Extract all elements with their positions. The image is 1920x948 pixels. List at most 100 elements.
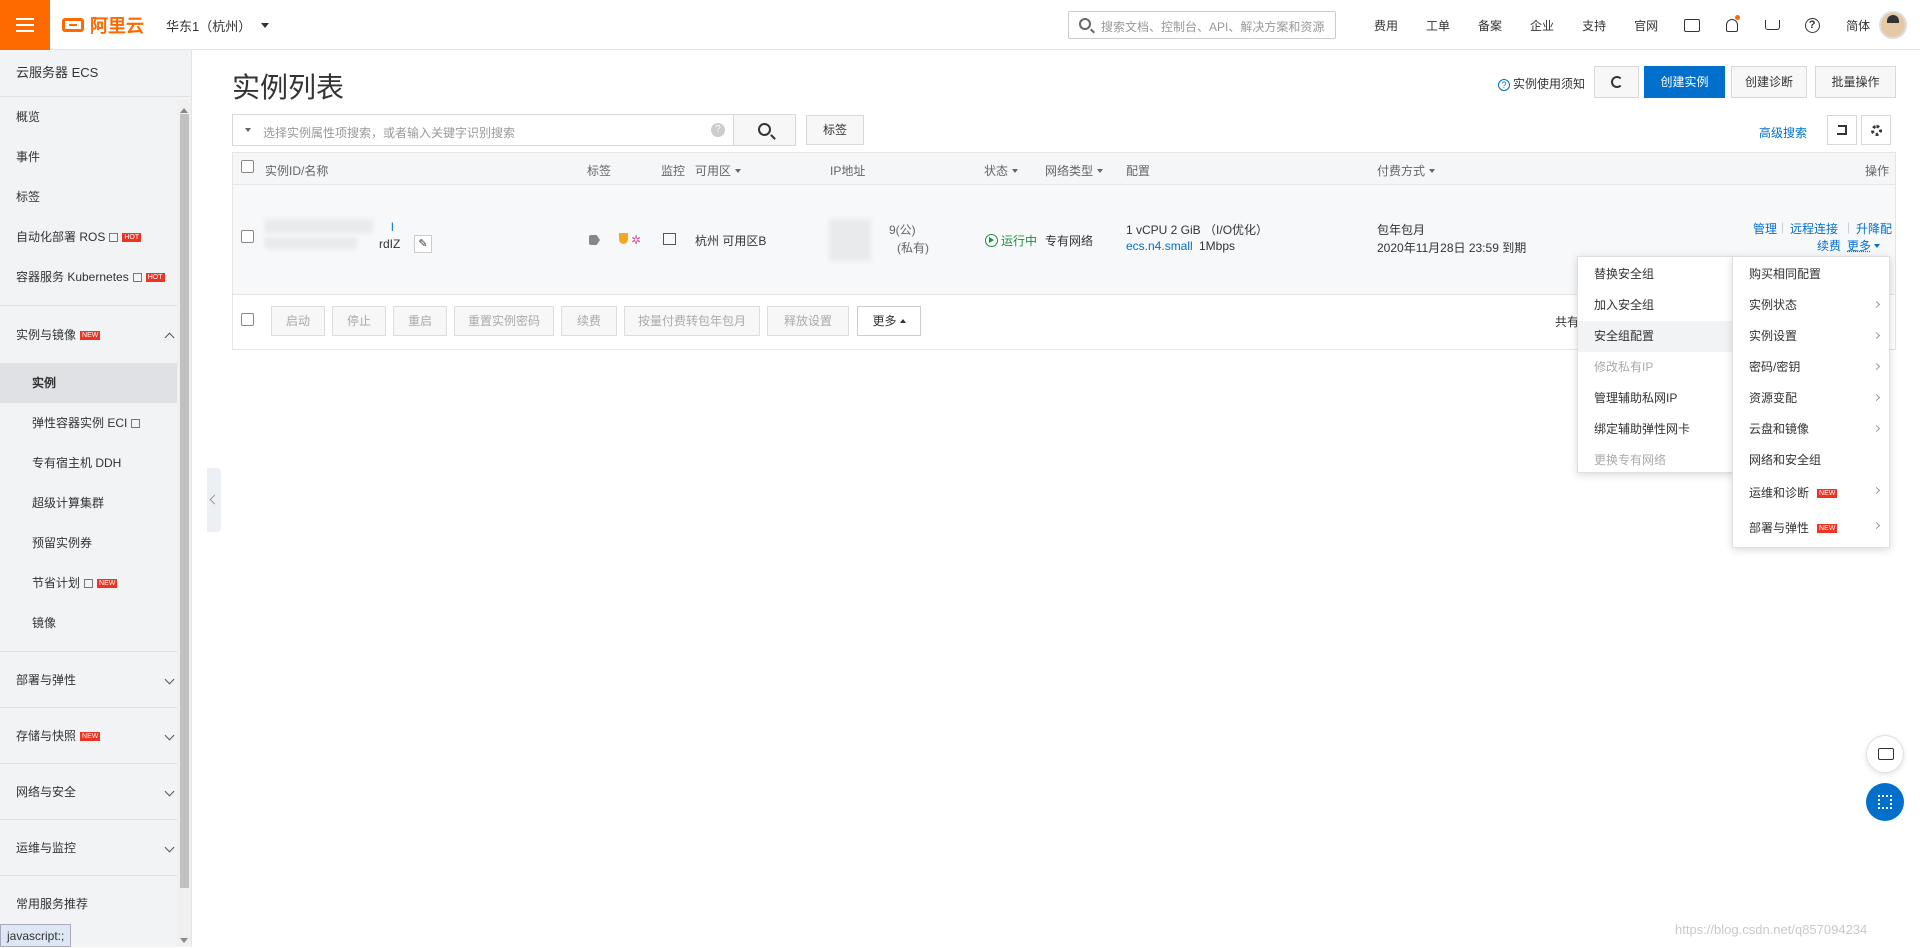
monitor-chart-icon[interactable] [663,233,676,248]
remote-connect-link[interactable]: 远程连接 [1790,220,1838,237]
sidebar-item-eci[interactable]: 弹性容器实例 ECI [0,403,191,443]
sidebar-item-kubernetes[interactable]: 容器服务 Kubernetes HOT [0,257,191,297]
resize-link[interactable]: 升降配 [1856,220,1892,237]
restart-button[interactable]: 重启 [393,306,447,336]
sort-icon [735,169,741,176]
menu-item-ops-diagnosis[interactable]: 运维和诊断 NEW [1733,476,1889,511]
nav-support[interactable]: 支持 [1582,17,1606,34]
more-actions-link[interactable]: 更多 [1847,237,1880,254]
advanced-search-link[interactable]: 高级搜索 [1759,124,1807,141]
sidebar-scrollbar[interactable] [177,100,191,945]
release-settings-button[interactable]: 释放设置 [767,306,849,336]
sidebar-item-instances[interactable]: 实例 [0,363,191,403]
cart-icon[interactable] [1759,0,1785,50]
menu-item-network-sg[interactable]: 网络和安全组 [1733,445,1889,476]
tag-filter-button[interactable]: 标签 [806,115,864,145]
sidebar-collapse-handle[interactable] [207,468,221,532]
tag-icon[interactable] [589,234,600,248]
sidebar-item-events[interactable]: 事件 [0,137,191,177]
col-zone[interactable]: 可用区 [695,162,741,179]
security-shield-icon[interactable] [619,233,628,247]
bell-icon[interactable] [1719,0,1745,50]
nav-icp[interactable]: 备案 [1478,17,1502,34]
menu-item-password-key[interactable]: 密码/密钥 [1733,352,1889,383]
edit-name-icon[interactable]: ✎ [414,235,432,253]
select-all-checkbox[interactable] [241,160,254,173]
menu-item-buy-same[interactable]: 购买相同配置 [1733,259,1889,290]
menu-icon[interactable] [0,0,50,50]
menu-item-instance-settings[interactable]: 实例设置 [1733,321,1889,352]
nav-fee[interactable]: 费用 [1374,17,1398,34]
sidebar-item-images[interactable]: 镜像 [0,603,191,643]
sidebar-item-tags[interactable]: 标签 [0,177,191,217]
avatar[interactable] [1879,11,1907,39]
sidebar-group-recommend[interactable]: 常用服务推荐 [0,875,191,931]
sidebar-item-savings[interactable]: 节省计划 NEW [0,563,191,603]
nav-official[interactable]: 官网 [1634,17,1658,34]
lang-switch[interactable]: 简体 [1846,17,1870,34]
nav-ticket[interactable]: 工单 [1426,17,1450,34]
search-button[interactable] [733,114,796,146]
terminal-icon[interactable] [1679,0,1705,50]
sidebar-group-network[interactable]: 网络与安全 [0,763,191,819]
chevron-right-icon [1873,363,1880,370]
menu-item-join-sg[interactable]: 加入安全组 [1578,290,1734,321]
footer-more-button[interactable]: 更多 [857,306,921,336]
col-status[interactable]: 状态 [984,162,1018,179]
col-network-label: 网络类型 [1045,164,1093,178]
instance-filter-input[interactable]: 选择实例属性项搜索，或者输入关键字识别搜索 ? [232,114,734,146]
start-button[interactable]: 启动 [271,306,325,336]
scroll-up-icon[interactable] [180,104,188,113]
col-network[interactable]: 网络类型 [1045,162,1103,179]
nav-enterprise[interactable]: 企业 [1530,17,1554,34]
menu-item-deploy-elastic[interactable]: 部署与弹性 NEW [1733,511,1889,546]
sidebar-item-overview[interactable]: 概览 [0,97,191,137]
menu-item-instance-status[interactable]: 实例状态 [1733,290,1889,321]
sidebar-group-instances-images[interactable]: 实例与镜像 NEW [0,305,191,363]
row-checkbox[interactable] [241,230,254,243]
help-icon[interactable]: ? [711,123,725,137]
menu-item-resource-change[interactable]: 资源变配 [1733,383,1889,414]
sidebar: 云服务器 ECS 概览 事件 标签 自动化部署 ROS HOT 容器服务 Kube… [0,50,192,947]
browser-status-bar: javascript:; [0,924,71,947]
manage-link[interactable]: 管理 [1753,220,1777,237]
batch-operation-button[interactable]: 批量操作 [1815,66,1896,98]
sidebar-group-storage[interactable]: 存储与快照 NEW [0,707,191,763]
sidebar-group-deploy[interactable]: 部署与弹性 [0,651,191,707]
sidebar-group-label: 运维与监控 [16,841,76,855]
export-button[interactable] [1827,115,1857,145]
app-grid-button[interactable] [1866,783,1904,821]
settings-button[interactable] [1861,115,1891,145]
menu-item-label: 网络和安全组 [1749,453,1821,467]
instance-id-link[interactable]: l [391,220,394,234]
create-diagnosis-button[interactable]: 创建诊断 [1731,66,1807,98]
chat-button[interactable] [1866,735,1904,773]
plugin-icon[interactable]: ✲ [631,233,641,247]
reset-password-button[interactable]: 重置实例密码 [454,306,554,336]
create-instance-button[interactable]: 创建实例 [1644,66,1725,98]
renew-button[interactable]: 续费 [561,306,617,336]
col-payment[interactable]: 付费方式 [1377,162,1435,179]
convert-billing-button[interactable]: 按量付费转包年包月 [624,306,760,336]
sidebar-item-reserved[interactable]: 预留实例券 [0,523,191,563]
menu-item-bind-eni[interactable]: 绑定辅助弹性网卡 [1578,414,1734,445]
stop-button[interactable]: 停止 [332,306,386,336]
global-search-input[interactable]: 搜索文档、控制台、API、解决方案和资源 [1068,11,1336,39]
sidebar-item-ddh[interactable]: 专有宿主机 DDH [0,443,191,483]
help-icon[interactable]: ? [1799,0,1825,50]
scroll-down-icon[interactable] [180,938,188,947]
menu-item-disk-image[interactable]: 云盘和镜像 [1733,414,1889,445]
scrollbar-thumb[interactable] [180,114,189,888]
instance-type-link[interactable]: ecs.n4.small [1126,239,1193,253]
footer-select-all-checkbox[interactable] [241,313,254,326]
menu-item-replace-sg[interactable]: 替换安全组 [1578,259,1734,290]
menu-item-sg-config[interactable]: 安全组配置 [1578,321,1734,352]
instance-notice-link[interactable]: ? 实例使用须知 [1498,75,1585,92]
aliyun-logo[interactable]: 阿里云 [62,13,144,37]
sidebar-group-ops[interactable]: 运维与监控 [0,819,191,875]
refresh-button[interactable] [1594,66,1639,98]
sidebar-item-ros[interactable]: 自动化部署 ROS HOT [0,217,191,257]
menu-item-secondary-private-ip[interactable]: 管理辅助私网IP [1578,383,1734,414]
region-selector[interactable]: 华东1（杭州） [166,16,269,35]
sidebar-item-scc[interactable]: 超级计算集群 [0,483,191,523]
